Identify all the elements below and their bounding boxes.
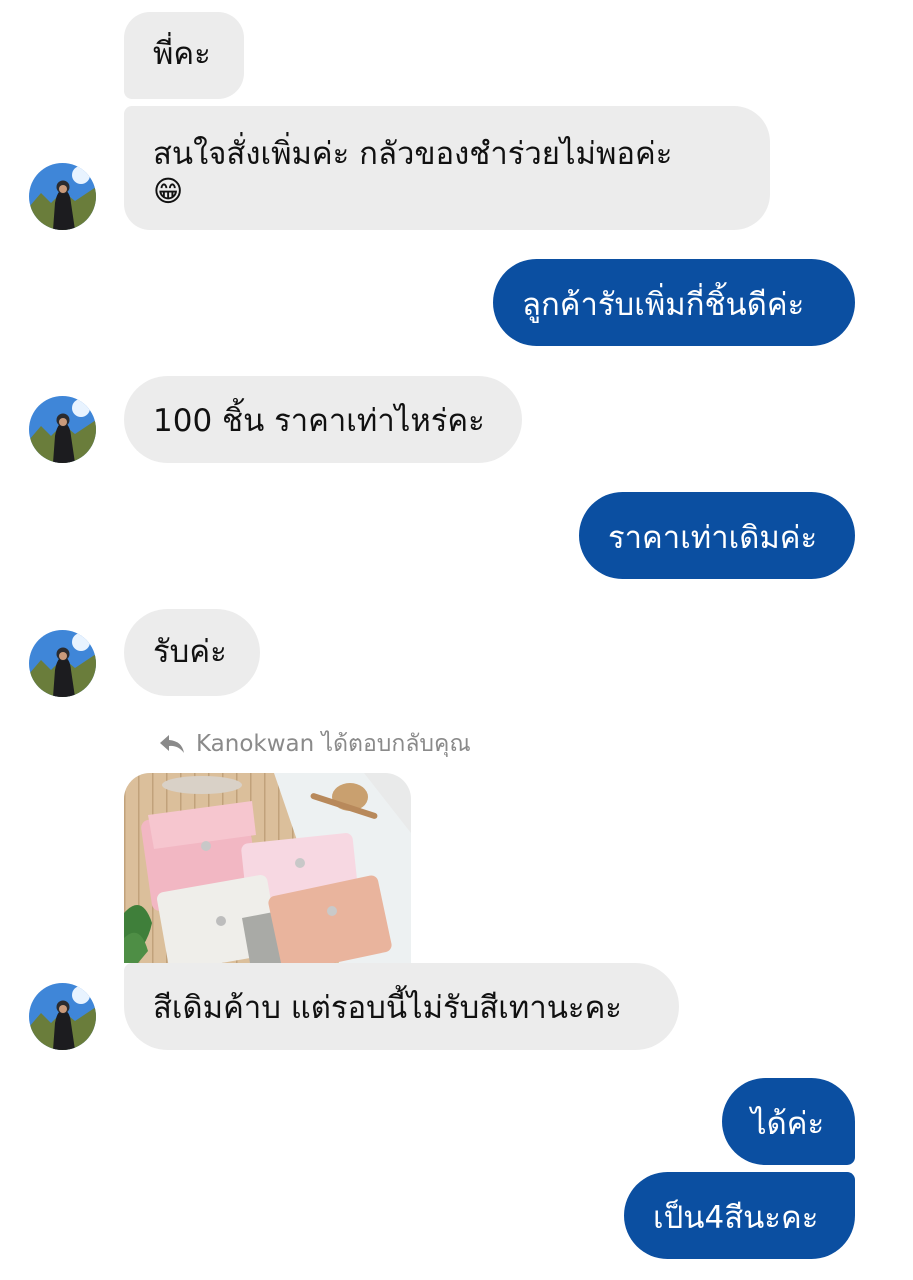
reply-indicator: Kanokwan ได้ตอบกลับคุณ bbox=[158, 728, 471, 760]
message-text: 100 ชิ้น ราคาเท่าไหร่คะ bbox=[153, 403, 485, 439]
message-text: ลูกค้ารับเพิ่มกี่ชิ้นดีค่ะ bbox=[522, 287, 805, 323]
message-text: สนใจสั่งเพิ่มค่ะ กลัวของชำร่วยไม่พอค่ะ bbox=[153, 136, 673, 172]
reply-indicator-text: Kanokwan ได้ตอบกลับคุณ bbox=[196, 731, 471, 757]
incoming-message-bubble[interactable]: พี่คะ bbox=[124, 12, 244, 99]
contact-avatar[interactable] bbox=[29, 163, 96, 230]
outgoing-message-bubble[interactable]: ลูกค้ารับเพิ่มกี่ชิ้นดีค่ะ bbox=[493, 259, 855, 346]
contact-avatar[interactable] bbox=[29, 396, 96, 463]
message-text: ได้ค่ะ bbox=[751, 1106, 825, 1142]
message-text: พี่คะ bbox=[153, 36, 211, 72]
incoming-message-bubble[interactable]: สีเดิมค้าบ แต่รอบนี้ไม่รับสีเทานะคะ bbox=[124, 963, 679, 1050]
message-text: เป็น4สีนะคะ bbox=[653, 1200, 819, 1236]
contact-avatar[interactable] bbox=[29, 630, 96, 697]
incoming-message-bubble[interactable]: รับค่ะ bbox=[124, 609, 260, 696]
message-text: ราคาเท่าเดิมค่ะ bbox=[608, 520, 818, 556]
message-text: สีเดิมค้าบ แต่รอบนี้ไม่รับสีเทานะคะ bbox=[153, 990, 622, 1026]
incoming-message-bubble[interactable]: 100 ชิ้น ราคาเท่าไหร่คะ bbox=[124, 376, 522, 463]
outgoing-message-bubble[interactable]: ได้ค่ะ bbox=[722, 1078, 855, 1165]
quoted-photo[interactable] bbox=[124, 773, 411, 963]
message-text: รับค่ะ bbox=[153, 634, 227, 670]
incoming-message-bubble[interactable]: สนใจสั่งเพิ่มค่ะ กลัวของชำร่วยไม่พอค่ะ 😁 bbox=[124, 106, 770, 230]
outgoing-message-bubble[interactable]: เป็น4สีนะคะ bbox=[624, 1172, 855, 1259]
reply-arrow-icon bbox=[160, 735, 184, 753]
outgoing-message-bubble[interactable]: ราคาเท่าเดิมค่ะ bbox=[579, 492, 855, 579]
contact-avatar[interactable] bbox=[29, 983, 96, 1050]
emoji: 😁 bbox=[153, 174, 184, 208]
